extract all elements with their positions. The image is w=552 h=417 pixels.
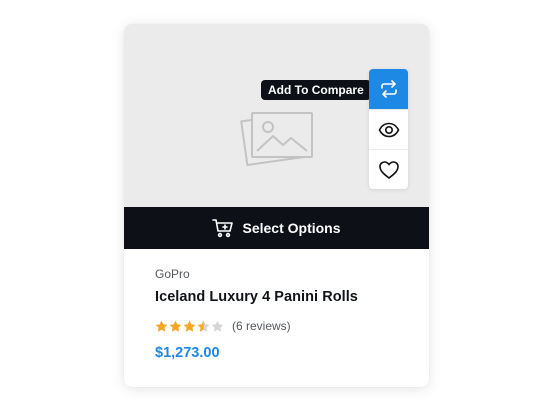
star-icon <box>211 320 224 332</box>
quick-actions <box>369 69 408 189</box>
quick-view-button[interactable] <box>369 109 408 149</box>
cart-icon <box>212 219 234 238</box>
star-icon <box>169 320 182 332</box>
select-options-label: Select Options <box>242 220 341 236</box>
rating-stars <box>155 320 225 333</box>
heart-icon <box>378 160 399 179</box>
product-card[interactable]: Add To Compare Select Options GoPro Icel… <box>124 24 429 387</box>
star-icon <box>197 320 210 332</box>
star-icon <box>155 320 168 332</box>
eye-icon <box>378 122 399 137</box>
product-image-area[interactable]: Add To Compare <box>124 24 429 207</box>
compare-tooltip: Add To Compare <box>261 80 376 100</box>
reviews-count[interactable]: (6 reviews) <box>232 319 291 333</box>
product-rating: (6 reviews) <box>155 319 291 333</box>
image-placeholder-icon <box>240 112 313 166</box>
product-price: $1,273.00 <box>155 345 220 361</box>
select-options-button[interactable]: Select Options <box>124 207 429 249</box>
add-to-wishlist-button[interactable] <box>369 149 408 189</box>
add-to-compare-button[interactable] <box>369 69 408 109</box>
product-title[interactable]: Iceland Luxury 4 Panini Rolls <box>155 289 358 305</box>
compare-arrows-icon <box>380 80 397 98</box>
product-brand[interactable]: GoPro <box>155 267 190 281</box>
star-icon <box>183 320 196 332</box>
